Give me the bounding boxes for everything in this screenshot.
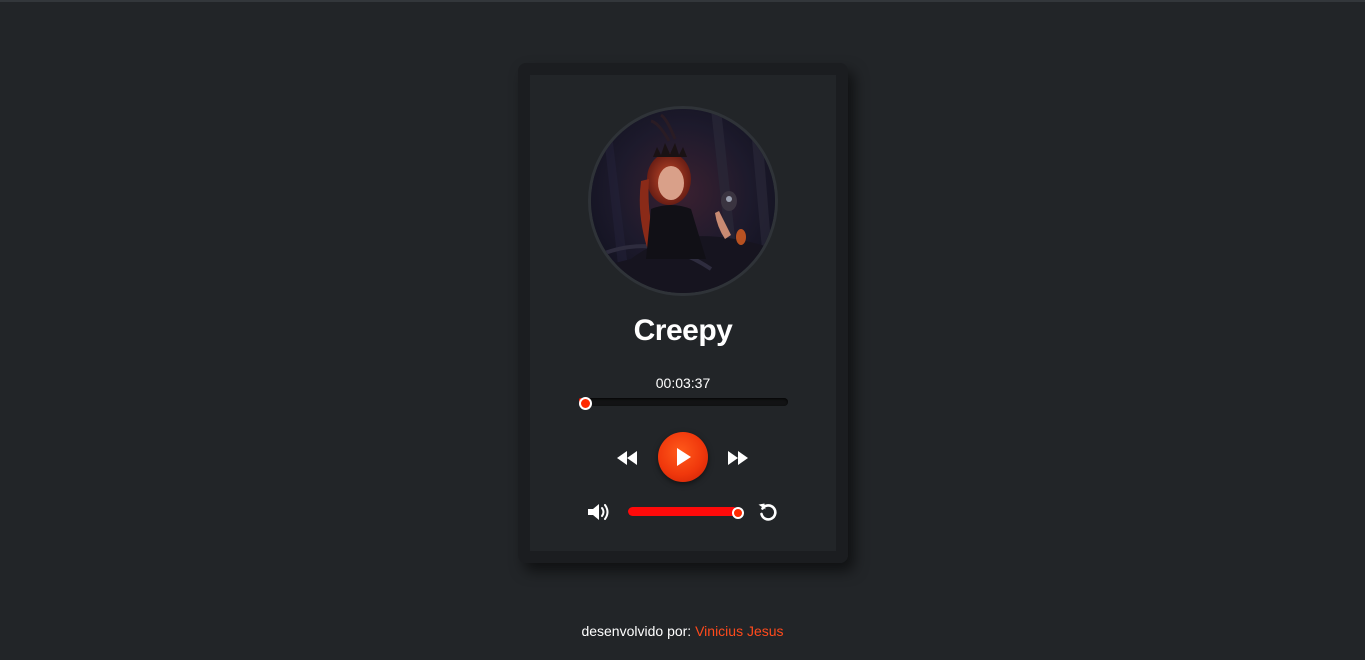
- volume-icon: [588, 504, 609, 520]
- play-button[interactable]: [658, 432, 708, 482]
- restart-icon: [758, 503, 777, 521]
- volume-fill: [628, 507, 738, 516]
- current-time: 00:03:37: [655, 375, 711, 391]
- footer-prefix: desenvolvido por:: [581, 623, 692, 639]
- rewind-icon: [617, 451, 637, 465]
- fast-forward-icon: [728, 451, 748, 465]
- fast-forward-button[interactable]: [724, 446, 752, 470]
- top-border: [0, 0, 1365, 2]
- author-link[interactable]: Vinicius Jesus: [695, 623, 783, 639]
- volume-button[interactable]: [584, 500, 614, 524]
- footer-credit: desenvolvido por: Vinicius Jesus: [0, 623, 1365, 639]
- play-icon: [677, 448, 691, 466]
- track-title: Creepy: [633, 314, 733, 347]
- restart-button[interactable]: [754, 498, 782, 526]
- rewind-button[interactable]: [613, 446, 641, 470]
- album-cover-art: [591, 109, 775, 293]
- album-cover: [588, 106, 778, 296]
- volume-thumb[interactable]: [732, 506, 744, 519]
- progress-bar[interactable]: [579, 397, 788, 410]
- volume-slider[interactable]: [628, 506, 744, 519]
